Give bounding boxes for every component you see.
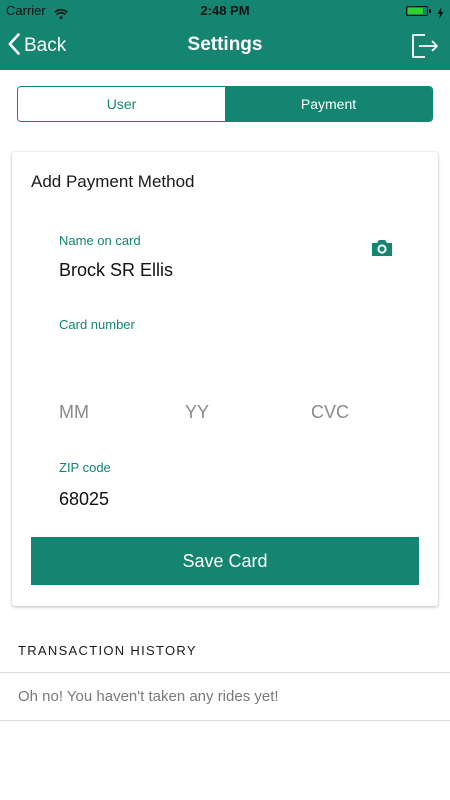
tab-payment[interactable]: Payment	[225, 87, 432, 121]
save-card-button[interactable]: Save Card	[31, 537, 419, 585]
transaction-history-heading: TRANSACTION HISTORY	[18, 643, 197, 658]
cvc-input[interactable]	[311, 402, 401, 423]
status-time: 2:48 PM	[200, 3, 250, 18]
empty-history-message: Oh no! You haven't taken any rides yet!	[18, 688, 279, 705]
zip-code-input[interactable]	[59, 489, 259, 510]
name-on-card-label: Name on card	[59, 233, 141, 248]
card-number-label: Card number	[59, 317, 135, 332]
top-bar: Carrier 2:48 PM Back Settings	[0, 0, 450, 70]
battery-level-fill	[408, 8, 424, 14]
logout-button[interactable]	[410, 32, 440, 60]
battery-icon	[406, 6, 428, 16]
nav-bar: Back Settings	[0, 22, 450, 70]
settings-screen: Carrier 2:48 PM Back Settings User Payme…	[0, 0, 450, 800]
card-title: Add Payment Method	[31, 172, 195, 191]
card-number-input[interactable]	[59, 348, 399, 369]
zip-code-label: ZIP code	[59, 460, 111, 475]
page-title: Settings	[187, 34, 263, 55]
name-on-card-input[interactable]	[59, 260, 349, 281]
settings-tabs: User Payment	[17, 86, 433, 122]
battery-cap	[429, 9, 431, 13]
add-payment-card: Add Payment Method Name on card Card num…	[12, 152, 438, 606]
divider	[0, 672, 450, 673]
status-bar: Carrier 2:48 PM	[0, 0, 450, 22]
logout-icon	[410, 34, 440, 64]
scan-card-button[interactable]	[370, 238, 394, 258]
divider	[0, 720, 450, 721]
expiry-month-input[interactable]	[59, 402, 149, 423]
expiry-year-input[interactable]	[185, 402, 275, 423]
tab-user[interactable]: User	[18, 87, 225, 121]
camera-icon	[370, 240, 394, 262]
